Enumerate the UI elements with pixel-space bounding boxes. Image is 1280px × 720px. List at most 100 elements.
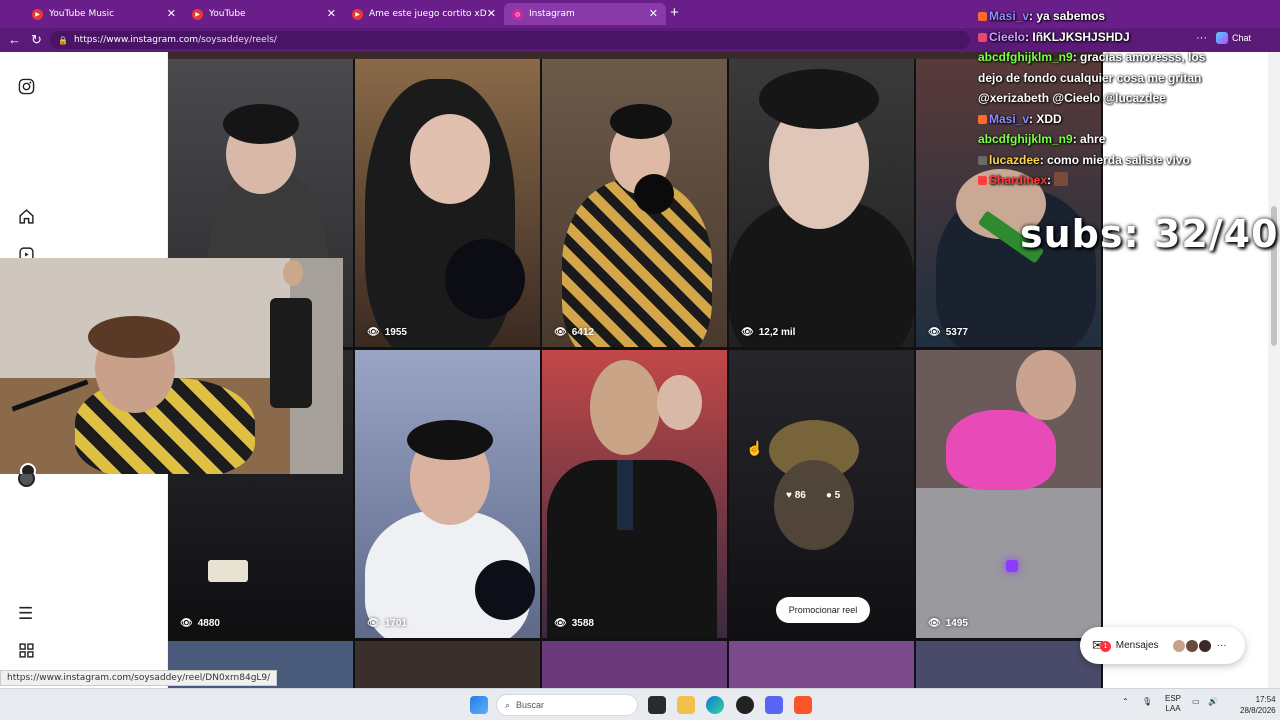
messages-label: Mensajes xyxy=(1115,640,1159,651)
refresh-icon[interactable]: ↻ xyxy=(31,32,42,48)
chat-message: lucazdee: como mierda saliste vivo xyxy=(978,150,1278,171)
avatar xyxy=(1185,639,1198,652)
reel-thumbnail[interactable]: 👁 6412 xyxy=(542,59,727,347)
views-eye-icon: 👁 xyxy=(180,618,193,629)
taskbar-clock[interactable]: 17:54 28/8/2026 xyxy=(1240,694,1276,716)
view-count: 👁 3588 xyxy=(554,618,594,629)
badge-icon xyxy=(978,114,987,124)
reel-thumbnail[interactable] xyxy=(542,641,727,688)
more-icon: ··· xyxy=(1216,640,1227,651)
badge-icon xyxy=(978,176,987,185)
reel-thumbnail[interactable]: 👁 1701 xyxy=(355,350,540,638)
badge-icon xyxy=(978,155,987,165)
views-eye-icon: 👁 xyxy=(367,327,380,338)
close-icon[interactable]: ✕ xyxy=(487,7,496,20)
discord-icon[interactable] xyxy=(765,696,783,714)
volume-icon[interactable]: 🔊 xyxy=(1208,697,1218,706)
tab-instagram[interactable]: ◎ Instagram ✕ xyxy=(504,3,666,25)
back-icon[interactable]: ← xyxy=(8,32,21,47)
chat-message: Shardinex: xyxy=(978,170,1278,191)
heart-icon: ♥ xyxy=(786,490,792,501)
tab-youtube-video[interactable]: ▶ Ame este juego cortito xDD Juegos ✕ xyxy=(344,3,504,25)
chat-message: abcdfghijklm_n9: ahre xyxy=(978,132,1106,146)
promote-reel-button[interactable]: Promocionar reel xyxy=(776,597,870,623)
webcam-overlay xyxy=(0,258,343,474)
views-eye-icon: 👁 xyxy=(554,618,567,629)
tab-youtube[interactable]: ▶ YouTube ✕ xyxy=(184,3,344,25)
edge-icon[interactable] xyxy=(706,696,724,714)
badge-icon xyxy=(978,32,987,42)
chat-message-continuation: @xerizabeth @Cieelo @lucazdee xyxy=(978,91,1166,105)
tab-label: Instagram xyxy=(529,9,575,19)
chat-message: Cieelo: IñKLJKSHJSHDJ xyxy=(978,27,1278,48)
home-icon[interactable] xyxy=(18,208,35,230)
tab-youtube-music[interactable]: ▶ YouTube Music ✕ xyxy=(24,3,184,25)
views-eye-icon: 👁 xyxy=(741,327,754,338)
status-bar-url: https://www.instagram.com/soysaddey/reel… xyxy=(0,670,278,686)
chat-message: Masi_v: XDD xyxy=(978,109,1278,130)
reel-thumbnail[interactable] xyxy=(355,641,540,688)
chat-message: abcdfghijklm_n9: gracias amoresss, los xyxy=(978,50,1206,64)
search-placeholder: Buscar xyxy=(516,700,545,710)
apps-icon[interactable] xyxy=(18,642,35,664)
microphone-icon[interactable]: 🎙 xyxy=(1142,697,1152,706)
url-path: /soysaddey/reels/ xyxy=(198,35,277,45)
close-icon[interactable]: ✕ xyxy=(327,7,336,20)
view-count: 👁 4880 xyxy=(180,618,220,629)
view-count: 👁 5377 xyxy=(928,327,968,338)
stream-chat-overlay: Masi_v: ya sabemos Cieelo: IñKLJKSHJSHDJ… xyxy=(978,6,1278,191)
url-host: https://www.instagram.com xyxy=(73,35,199,45)
language-indicator[interactable]: ESP LAA xyxy=(1165,694,1181,714)
comment-icon: ● xyxy=(825,490,832,501)
comment-count: 5 xyxy=(834,490,841,501)
unread-badge: 1 xyxy=(1100,641,1111,652)
chat-message: Masi_v: ya sabemos xyxy=(978,6,1278,27)
close-icon[interactable]: ✕ xyxy=(167,7,176,20)
views-eye-icon: 👁 xyxy=(928,618,941,629)
view-count: 👁 1701 xyxy=(367,618,407,629)
search-icon: ⌕ xyxy=(505,699,511,710)
messenger-icon: ✉ 1 xyxy=(1092,637,1111,654)
windows-taskbar: ⌕ Buscar ⌃ 🎙 ESP LAA ▭ 🔊 17:54 28/8/2026 xyxy=(0,688,1280,720)
close-icon[interactable]: ✕ xyxy=(649,7,658,20)
youtube-icon: ▶ xyxy=(352,8,363,20)
tab-label: YouTube xyxy=(209,9,246,19)
emote-icon xyxy=(1054,172,1069,186)
reel-thumbnail[interactable]: 👁 1955 xyxy=(355,59,540,347)
badge-icon xyxy=(978,12,987,21)
taskbar-search[interactable]: ⌕ Buscar xyxy=(496,694,638,716)
subs-counter: subs: 32/40 xyxy=(1020,212,1279,256)
youtube-icon: ▶ xyxy=(192,8,203,20)
reel-thumbnail[interactable] xyxy=(916,641,1101,688)
menu-icon[interactable]: ☰ xyxy=(18,604,33,624)
view-count: 👁 1495 xyxy=(928,618,968,629)
view-count: 👁 12,2 mil xyxy=(741,327,796,338)
views-eye-icon: 👁 xyxy=(554,327,567,338)
youtube-music-icon: ▶ xyxy=(32,8,43,20)
cursor-hand-icon: ☝ xyxy=(746,440,764,456)
task-view-icon[interactable] xyxy=(648,696,666,714)
view-count: 👁 1955 xyxy=(367,327,407,338)
network-icon[interactable]: ▭ xyxy=(1192,697,1200,706)
avatar xyxy=(1198,639,1211,652)
views-eye-icon: 👁 xyxy=(928,327,941,338)
hover-stats: ♥ 86 ● 5 xyxy=(786,490,840,501)
reel-thumbnail[interactable] xyxy=(729,641,914,688)
lock-icon: 🔒 xyxy=(58,35,68,45)
instagram-logo-icon[interactable] xyxy=(18,78,35,100)
brave-icon[interactable] xyxy=(794,696,812,714)
new-tab-button[interactable]: + xyxy=(670,4,679,21)
tab-label: YouTube Music xyxy=(49,9,115,19)
messages-button[interactable]: ✉ 1 Mensajes ··· xyxy=(1080,627,1245,664)
avatar xyxy=(1172,639,1185,652)
tab-label: Ame este juego cortito xDD Juegos xyxy=(369,9,487,19)
url-input[interactable]: 🔒 https://www.instagram.com/soysaddey/re… xyxy=(50,31,970,49)
file-explorer-icon[interactable] xyxy=(677,696,695,714)
tray-chevron-icon[interactable]: ⌃ xyxy=(1122,697,1129,706)
reel-thumbnail[interactable]: 👁 12,2 mil xyxy=(729,59,914,347)
reel-thumbnail[interactable]: 👁 1495 xyxy=(916,350,1101,638)
obs-icon[interactable] xyxy=(736,696,754,714)
reel-thumbnail[interactable]: 👁 3588 xyxy=(542,350,727,638)
views-eye-icon: 👁 xyxy=(367,618,380,629)
windows-start-icon[interactable] xyxy=(470,696,488,714)
